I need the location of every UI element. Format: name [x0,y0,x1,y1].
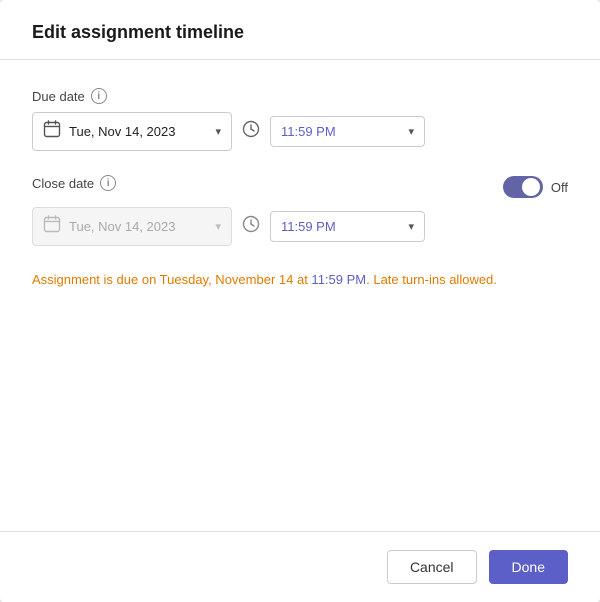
due-date-value: Tue, Nov 14, 2023 [69,124,207,139]
due-date-label: Due date i [32,88,568,104]
summary-time: 11:59 PM [308,272,366,287]
due-date-row: Tue, Nov 14, 2023 ▾ 11:59 PM ▾ [32,112,568,151]
due-date-chevron-icon: ▾ [215,125,221,138]
close-date-clock-icon [242,215,260,238]
close-time-picker[interactable]: 11:59 PM ▾ [270,211,425,242]
done-button[interactable]: Done [489,550,568,584]
summary-prefix: Assignment is due on Tuesday, November 1… [32,272,308,287]
close-date-label: Close date i [32,175,116,191]
summary-suffix: . Late turn-ins allowed. [366,272,497,287]
close-time-chevron-icon: ▾ [408,220,414,233]
due-time-chevron-icon: ▾ [408,125,414,138]
assignment-summary: Assignment is due on Tuesday, November 1… [32,270,568,290]
dialog-title: Edit assignment timeline [32,22,568,43]
close-date-calendar-icon [43,215,61,238]
close-date-value: Tue, Nov 14, 2023 [69,219,207,234]
edit-timeline-dialog: Edit assignment timeline Due date i [0,0,600,602]
dialog-footer: Cancel Done [0,531,600,602]
close-date-row: Tue, Nov 14, 2023 ▾ 11:59 PM ▾ [32,207,568,246]
dialog-body: Due date i Tue, Nov 14, 2023 ▾ [0,60,600,410]
due-date-clock-icon [242,120,260,143]
due-date-info-icon[interactable]: i [91,88,107,104]
close-date-header: Close date i Off [32,175,568,199]
toggle-knob [522,178,540,196]
close-date-picker: Tue, Nov 14, 2023 ▾ [32,207,232,246]
close-date-chevron-icon: ▾ [215,220,221,233]
cancel-button[interactable]: Cancel [387,550,477,584]
close-date-toggle-area: Off [503,176,568,198]
due-date-calendar-icon [43,120,61,143]
close-date-toggle[interactable] [503,176,543,198]
due-date-group: Due date i Tue, Nov 14, 2023 ▾ [32,88,568,151]
close-date-group: Close date i Off [32,175,568,246]
due-time-picker[interactable]: 11:59 PM ▾ [270,116,425,147]
toggle-state-label: Off [551,180,568,195]
due-time-value: 11:59 PM [281,124,400,139]
dialog-header: Edit assignment timeline [0,0,600,60]
close-date-info-icon[interactable]: i [100,175,116,191]
due-date-picker[interactable]: Tue, Nov 14, 2023 ▾ [32,112,232,151]
close-time-value: 11:59 PM [281,219,400,234]
